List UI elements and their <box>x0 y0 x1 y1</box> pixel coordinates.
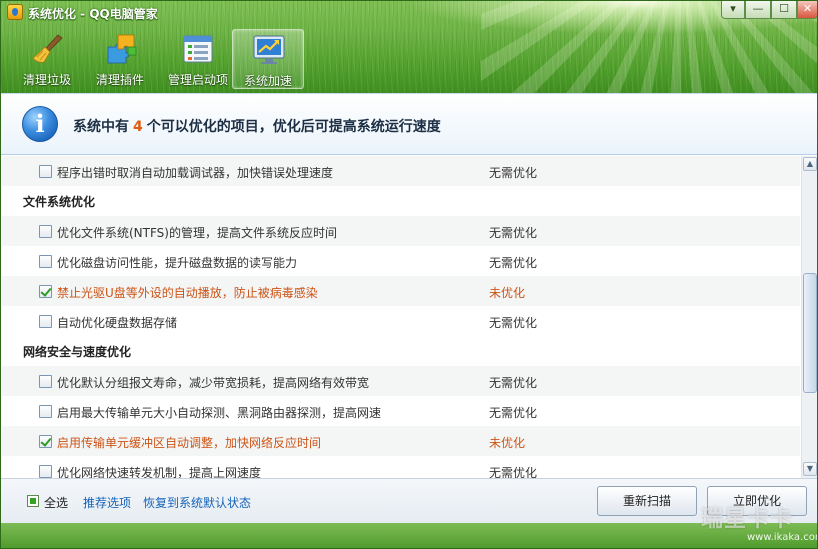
summary-prefix: 系统中有 <box>73 119 129 135</box>
list-item[interactable]: 启用传输单元缓冲区自动调整，加快网络反应时间 未优化 <box>2 426 800 456</box>
puzzle-icon <box>107 34 137 64</box>
item-status: 无需优化 <box>489 466 538 478</box>
minimize-button[interactable]: — <box>745 1 771 19</box>
menu-button[interactable]: ▾ <box>721 1 745 19</box>
list-scrollbar[interactable]: ▲ ▼ <box>801 156 817 478</box>
select-all-label[interactable]: 全选 <box>44 494 68 511</box>
scroll-up-arrow-icon[interactable]: ▲ <box>803 157 817 171</box>
item-status: 未优化 <box>489 436 526 450</box>
optimizable-count: 4 <box>133 119 143 135</box>
item-description: 优化网络快速转发机制，提高上网速度 <box>57 466 262 478</box>
section-header-network: 网络安全与速度优化 <box>23 345 132 359</box>
speedup-monitor-icon <box>253 35 285 64</box>
restore-default-link[interactable]: 恢复到系统默认状态 <box>143 494 251 511</box>
item-checkbox[interactable] <box>39 285 52 298</box>
item-description: 优化默认分组报文寿命，减少带宽损耗，提高网络有效带宽 <box>57 376 370 390</box>
item-description: 禁止光驱U盘等外设的自动播放，防止被病毒感染 <box>57 286 318 300</box>
list-item[interactable]: 程序出错时取消自动加载调试器，加快错误处理速度 无需优化 <box>2 156 800 186</box>
watermark-url: www.ikaka.com <box>747 532 818 543</box>
info-icon: i <box>22 106 58 142</box>
summary-suffix: 个可以优化的项目，优化后可提高系统运行速度 <box>146 119 441 135</box>
item-checkbox[interactable] <box>39 255 52 268</box>
header-banner: 系统优化 - QQ电脑管家 ▾ — ☐ ✕ 清理垃圾 清理插件 管理启动项 系统… <box>1 1 817 93</box>
item-checkbox[interactable] <box>39 435 52 448</box>
watermark-text: 瑞星卡卡 <box>701 507 794 532</box>
item-status: 无需优化 <box>489 166 538 180</box>
scan-summary-banner: i 系统中有 4 个可以优化的项目，优化后可提高系统运行速度 <box>1 93 817 155</box>
tool-label: 系统加速 <box>243 74 292 88</box>
list-item[interactable]: 优化磁盘访问性能，提升磁盘数据的读写能力 无需优化 <box>2 246 800 276</box>
item-status: 无需优化 <box>489 256 538 270</box>
item-checkbox[interactable] <box>39 405 52 418</box>
tool-label: 清理插件 <box>95 73 144 87</box>
window-title: 系统优化 - QQ电脑管家 <box>28 7 158 21</box>
window-bottom-border <box>1 523 817 548</box>
item-checkbox[interactable] <box>39 375 52 388</box>
rescan-button[interactable]: 重新扫描 <box>597 486 697 516</box>
summary-text: 系统中有 4 个可以优化的项目，优化后可提高系统运行速度 <box>73 116 441 136</box>
scroll-thumb[interactable] <box>803 273 817 393</box>
list-item[interactable]: 禁止光驱U盘等外设的自动播放，防止被病毒感染 未优化 <box>2 276 800 306</box>
item-checkbox[interactable] <box>39 465 52 478</box>
item-description: 优化磁盘访问性能，提升磁盘数据的读写能力 <box>57 256 298 270</box>
item-description: 自动优化硬盘数据存储 <box>57 316 178 330</box>
tool-startup-manager[interactable]: 管理启动项 <box>159 29 237 89</box>
item-checkbox[interactable] <box>39 315 52 328</box>
item-checkbox[interactable] <box>39 165 52 178</box>
item-status: 无需优化 <box>489 376 538 390</box>
tool-system-speedup[interactable]: 系统加速 <box>232 29 304 89</box>
footer-bar: 全选 推荐选项 恢复到系统默认状态 重新扫描 立即优化 <box>1 478 817 523</box>
list-item[interactable]: 启用最大传输单元大小自动探测、黑洞路由器探测，提高网速 无需优化 <box>2 396 800 426</box>
list-item[interactable]: 优化网络快速转发机制，提高上网速度 无需优化 <box>2 456 800 478</box>
item-status: 未优化 <box>489 286 526 300</box>
list-item[interactable]: 优化文件系统(NTFS)的管理，提高文件系统反应时间 无需优化 <box>2 216 800 246</box>
section-header-filesystem: 文件系统优化 <box>23 195 96 209</box>
watermark: 瑞星卡卡 www.ikaka.com <box>701 501 817 547</box>
tool-clean-plugins[interactable]: 清理插件 <box>85 29 155 89</box>
tool-label: 清理垃圾 <box>22 73 71 87</box>
tool-clean-junk[interactable]: 清理垃圾 <box>12 29 82 89</box>
title-bar[interactable]: 系统优化 - QQ电脑管家 ▾ — ☐ ✕ <box>1 1 817 23</box>
item-description: 程序出错时取消自动加载调试器，加快错误处理速度 <box>57 166 334 180</box>
maximize-button[interactable]: ☐ <box>771 1 797 19</box>
item-status: 无需优化 <box>489 406 538 420</box>
item-description: 启用最大传输单元大小自动探测、黑洞路由器探测，提高网速 <box>57 406 382 420</box>
close-button[interactable]: ✕ <box>797 1 817 19</box>
item-status: 无需优化 <box>489 226 538 240</box>
optimization-list: 程序出错时取消自动加载调试器，加快错误处理速度 无需优化 文件系统优化 优化文件… <box>2 156 800 478</box>
item-checkbox[interactable] <box>39 225 52 238</box>
item-status: 无需优化 <box>489 316 538 330</box>
item-description: 优化文件系统(NTFS)的管理，提高文件系统反应时间 <box>57 226 337 240</box>
list-item[interactable]: 自动优化硬盘数据存储 无需优化 <box>2 306 800 336</box>
scroll-down-arrow-icon[interactable]: ▼ <box>803 462 817 476</box>
broom-icon <box>32 34 63 63</box>
item-description: 启用传输单元缓冲区自动调整，加快网络反应时间 <box>57 436 322 450</box>
recommended-options-link[interactable]: 推荐选项 <box>83 494 131 511</box>
tool-label: 管理启动项 <box>167 73 228 87</box>
list-item[interactable]: 优化默认分组报文寿命，减少带宽损耗，提高网络有效带宽 无需优化 <box>2 366 800 396</box>
qq-guard-logo-icon <box>7 4 23 20</box>
select-all-checkbox[interactable] <box>27 495 39 507</box>
app-window: 系统优化 - QQ电脑管家 ▾ — ☐ ✕ 清理垃圾 清理插件 管理启动项 系统… <box>0 0 818 549</box>
startup-list-icon <box>183 35 213 63</box>
